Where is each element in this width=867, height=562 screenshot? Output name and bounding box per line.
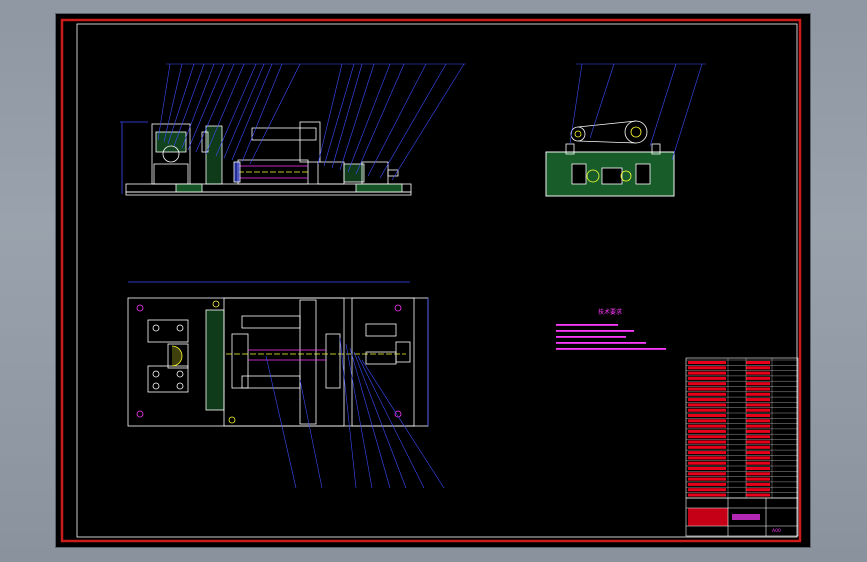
bom-cell-material [746, 376, 770, 380]
bom-cell-material [746, 403, 770, 407]
drawing-sheet: 技术要求 A00 [55, 13, 811, 548]
inner-frame [76, 23, 798, 538]
bom-cell-material [746, 467, 770, 470]
bom-cell-material [746, 472, 770, 476]
bom-cell-material [746, 461, 770, 465]
bom-cell-name [688, 472, 726, 476]
bom-cell-name [688, 371, 726, 375]
bom-cell-name [688, 419, 726, 423]
bom-cell-material [746, 361, 770, 364]
side-view-leaders [569, 63, 706, 161]
bom-cell-material [746, 387, 770, 391]
bom-cell-name [688, 382, 726, 386]
bom-cell-name [688, 451, 726, 455]
bom-cell-name [688, 408, 726, 412]
plan-view [127, 281, 429, 427]
notes-title: 技术要求 [598, 308, 622, 316]
bom-cell-material [746, 435, 770, 439]
bom-cell-name [688, 440, 726, 444]
cad-drawing: 技术要求 A00 [60, 18, 802, 543]
bom-cell-material [746, 419, 770, 423]
bom-rows [686, 358, 798, 498]
bom-cell-material [746, 440, 770, 444]
bom-cell-material [746, 424, 770, 428]
bom-cell-name [688, 456, 726, 460]
bom-cell-material [746, 488, 770, 492]
parts-list [685, 357, 799, 499]
bom-cell-material [746, 429, 770, 433]
bom-cell-material [746, 482, 770, 486]
bom-cell-name [688, 376, 726, 380]
title-block: A00 [685, 497, 799, 537]
bom-cell-material [746, 371, 770, 375]
bom-cell-name [688, 387, 726, 391]
bom-cell-material [746, 445, 770, 449]
plan-view-leaders [265, 337, 445, 489]
bom-cell-name [688, 392, 726, 396]
bom-cell-material [746, 398, 770, 402]
side-view [545, 120, 675, 197]
bom-cell-name [688, 493, 726, 497]
bom-cell-material [746, 366, 770, 370]
bom-cell-name [688, 366, 726, 370]
bom-cell-material [746, 392, 770, 396]
bom-cell-material [746, 493, 770, 497]
technical-notes: 技术要求 [556, 308, 666, 350]
bom-cell-name [688, 445, 726, 449]
bom-cell-material [746, 382, 770, 386]
bom-cell-material [746, 456, 770, 460]
bom-cell-name [688, 414, 726, 417]
bom-cell-name [688, 482, 726, 486]
bom-cell-name [688, 424, 726, 428]
bom-cell-material [746, 408, 770, 412]
bom-cell-name [688, 429, 726, 433]
sheet-code: A00 [772, 528, 781, 534]
bom-cell-name [688, 361, 726, 364]
bom-cell-name [688, 467, 726, 470]
bom-cell-name [688, 403, 726, 407]
bom-cell-name [688, 488, 726, 492]
bom-cell-name [688, 461, 726, 465]
bom-cell-material [746, 477, 770, 481]
bom-cell-name [688, 435, 726, 439]
bom-cell-material [746, 451, 770, 455]
bom-cell-name [688, 398, 726, 402]
bom-cell-material [746, 414, 770, 417]
bom-cell-name [688, 477, 726, 481]
